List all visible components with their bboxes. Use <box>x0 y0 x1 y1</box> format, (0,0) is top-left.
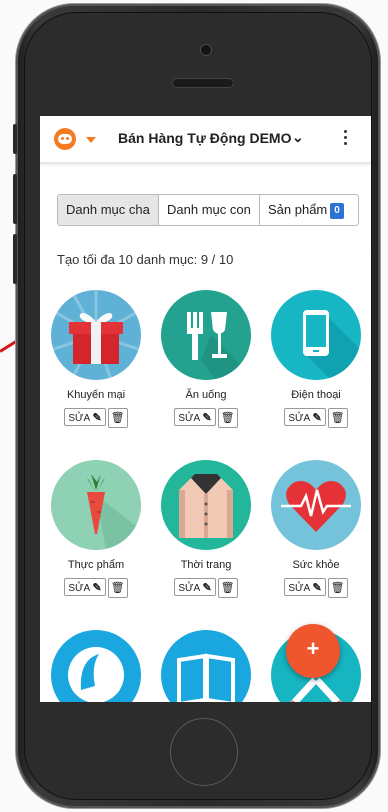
tab-parent-categories[interactable]: Danh mục cha <box>58 195 159 225</box>
category-card[interactable]: Thực phẩm SỬA ✎ 🗑 <box>41 460 151 598</box>
heartbeat-icon[interactable] <box>271 460 361 550</box>
mute-switch <box>13 124 17 154</box>
edit-button[interactable]: SỬA ✎ <box>174 578 216 596</box>
tab-child-categories[interactable]: Danh mục con <box>159 195 260 225</box>
category-limit-text: Tạo tối đa 10 danh mục: 9 / 10 <box>57 252 234 267</box>
volume-down-button <box>13 234 17 284</box>
tab-label: Danh mục con <box>167 202 251 217</box>
more-menu-icon[interactable] <box>344 130 348 148</box>
app-bar: Bán Hàng Tự Động DEMO ⌄ <box>40 116 371 163</box>
add-category-button[interactable]: + <box>286 624 340 678</box>
woman-face-icon[interactable] <box>51 630 141 702</box>
edit-icon: ✎ <box>202 412 212 424</box>
page-title[interactable]: Bán Hàng Tự Động DEMO <box>118 130 294 146</box>
edit-icon: ✎ <box>92 582 102 594</box>
trash-icon[interactable]: 🗑 <box>327 408 348 428</box>
chevron-down-icon[interactable]: ⌄ <box>292 129 304 146</box>
category-card[interactable] <box>41 630 151 702</box>
tab-products[interactable]: Sản phẩm 0 <box>260 195 358 225</box>
smartphone-icon[interactable] <box>271 290 361 380</box>
category-actions: SỬA ✎ 🗑 <box>151 408 261 428</box>
robot-logo-icon[interactable] <box>54 128 76 150</box>
category-card[interactable]: Điện thoại SỬA ✎ 🗑 <box>261 290 371 428</box>
category-name: Sức khỏe <box>292 559 340 571</box>
trash-icon[interactable]: 🗑 <box>327 578 348 598</box>
gift-icon[interactable] <box>51 290 141 380</box>
edit-button[interactable]: SỬA ✎ <box>284 578 326 596</box>
tab-label: Sản phẩm <box>268 202 328 217</box>
earpiece-speaker <box>172 78 234 88</box>
tab-bar: Danh mục cha Danh mục con Sản phẩm 0 <box>57 194 359 226</box>
jacket-icon[interactable] <box>161 460 251 550</box>
category-card[interactable]: Khuyến mại SỬA ✎ 🗑 <box>41 290 151 428</box>
caret-down-icon[interactable] <box>86 137 96 143</box>
edit-button[interactable]: SỬA ✎ <box>174 408 216 426</box>
product-count-badge: 0 <box>330 202 344 219</box>
utensils-icon[interactable] <box>161 290 251 380</box>
edit-button[interactable]: SỬA ✎ <box>64 578 106 596</box>
category-name: Khuyến mại <box>66 389 126 401</box>
category-actions: SỬA ✎ 🗑 <box>261 578 371 598</box>
edit-button[interactable]: SỬA ✎ <box>64 408 106 426</box>
category-actions: SỬA ✎ 🗑 <box>41 578 151 598</box>
category-card[interactable] <box>151 630 261 702</box>
trash-icon[interactable]: 🗑 <box>107 578 128 598</box>
front-camera <box>200 44 212 56</box>
app-screen: Bán Hàng Tự Động DEMO ⌄ Danh mục cha Dan… <box>40 116 371 702</box>
category-name: Thời trang <box>180 559 232 571</box>
category-name: Điện thoại <box>291 389 341 401</box>
tab-label: Danh mục cha <box>66 202 150 217</box>
book-icon[interactable] <box>161 630 251 702</box>
category-name: Ăn uống <box>185 389 227 401</box>
category-name: Thực phẩm <box>67 559 125 571</box>
category-card[interactable]: Ăn uống SỬA ✎ 🗑 <box>151 290 261 428</box>
carrot-icon[interactable] <box>51 460 141 550</box>
edit-icon: ✎ <box>202 582 212 594</box>
category-actions: SỬA ✎ 🗑 <box>261 408 371 428</box>
category-actions: SỬA ✎ 🗑 <box>151 578 261 598</box>
trash-icon[interactable]: 🗑 <box>107 408 128 428</box>
category-card[interactable]: Sức khỏe SỬA ✎ 🗑 <box>261 460 371 598</box>
volume-up-button <box>13 174 17 224</box>
edit-icon: ✎ <box>92 412 102 424</box>
edit-icon: ✎ <box>312 412 322 424</box>
trash-icon[interactable]: 🗑 <box>217 408 238 428</box>
edit-icon: ✎ <box>312 582 322 594</box>
category-actions: SỬA ✎ 🗑 <box>41 408 151 428</box>
category-card[interactable]: Thời trang SỬA ✎ 🗑 <box>151 460 261 598</box>
home-button[interactable] <box>170 718 238 786</box>
trash-icon[interactable]: 🗑 <box>217 578 238 598</box>
edit-button[interactable]: SỬA ✎ <box>284 408 326 426</box>
